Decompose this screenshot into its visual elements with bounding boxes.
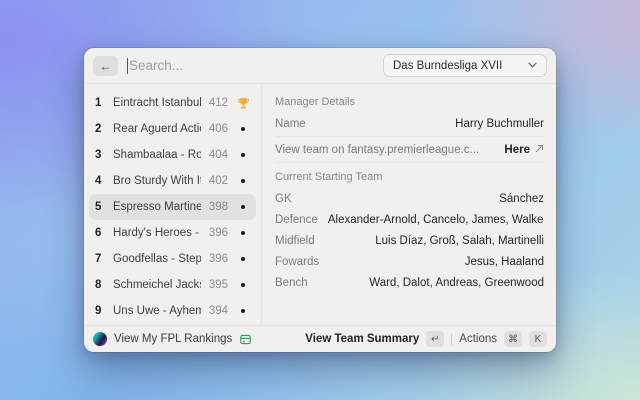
gk-row: GK Sánchez — [275, 188, 544, 209]
rank: 7 — [95, 253, 105, 265]
team-name: Goodfellas - Stephen Fi... — [113, 253, 201, 265]
dot-icon — [236, 179, 250, 183]
forwards-value: Jesus, Haaland — [465, 256, 544, 268]
details-panel: Manager Details Name Harry Buchmuller Vi… — [262, 84, 556, 325]
rank: 2 — [95, 123, 105, 135]
enter-keycap: ↵ — [426, 331, 444, 347]
bench-row: Bench Ward, Dalot, Andreas, Greenwood — [275, 272, 544, 293]
points: 395 — [209, 279, 228, 291]
list-item[interactable]: 3 Shambaalaa - Rob Hami... 404 — [89, 142, 256, 168]
team-name: Bro Sturdy With It - Sco... — [113, 175, 201, 187]
defence-row: Defence Alexander-Arnold, Cancelo, James… — [275, 209, 544, 230]
cmd-keycap: ⌘ — [504, 331, 522, 347]
manager-details-title: Manager Details — [275, 90, 544, 113]
command-title: View My FPL Rankings — [114, 333, 232, 345]
header: ← Das Burndesliga XVII — [84, 48, 556, 84]
rank: 8 — [95, 279, 105, 291]
points: 396 — [209, 253, 228, 265]
dot-icon — [236, 205, 250, 209]
manager-name-row: Name Harry Buchmuller — [275, 113, 544, 134]
rank: 6 — [95, 227, 105, 239]
name-value: Harry Buchmuller — [455, 118, 544, 130]
search-wrap — [127, 58, 374, 74]
rank: 4 — [95, 175, 105, 187]
divider — [275, 162, 544, 163]
league-dropdown-value: Das Burndesliga XVII — [393, 60, 502, 72]
points: 398 — [209, 201, 228, 213]
team-name: Espresso Martinelli - Ha... — [113, 201, 201, 213]
list-item[interactable]: 6 Hardy's Heroes - Dan H... 396 — [89, 220, 256, 246]
card-icon — [239, 333, 252, 346]
league-dropdown[interactable]: Das Burndesliga XVII — [383, 54, 547, 77]
view-team-label: View team on fantasy.premierleague.c... — [275, 144, 479, 156]
bench-value: Ward, Dalot, Andreas, Greenwood — [369, 277, 544, 289]
action-bar: View My FPL Rankings View Team Summary ↵… — [84, 325, 556, 352]
team-name: Rear Aguerd Action - M... — [113, 123, 201, 135]
divider — [451, 334, 452, 345]
view-team-row: View team on fantasy.premierleague.c... … — [275, 139, 544, 160]
points: 396 — [209, 227, 228, 239]
chevron-down-icon — [528, 61, 537, 70]
points: 406 — [209, 123, 228, 135]
body: 1 Eintracht Istanbul - Ole-... 412 2 Rea… — [84, 84, 556, 325]
points: 402 — [209, 175, 228, 187]
list-item[interactable]: 8 Schmeichel Jackson - T... 395 — [89, 272, 256, 298]
midfield-row: Midfield Luis Díaz, Groß, Salah, Martine… — [275, 230, 544, 251]
rank: 5 — [95, 201, 105, 213]
rank: 9 — [95, 305, 105, 317]
list-item[interactable]: 1 Eintracht Istanbul - Ole-... 412 — [89, 90, 256, 116]
rank: 3 — [95, 149, 105, 161]
midfield-label: Midfield — [275, 235, 315, 247]
trophy-icon — [236, 97, 250, 110]
text-caret — [127, 58, 128, 74]
dot-icon — [236, 153, 250, 157]
dot-icon — [236, 127, 250, 131]
list-item[interactable]: 7 Goodfellas - Stephen Fi... 396 — [89, 246, 256, 272]
forwards-label: Fowards — [275, 256, 319, 268]
dot-icon — [236, 257, 250, 261]
fpl-app-icon — [93, 332, 107, 346]
points: 412 — [209, 97, 228, 109]
defence-label: Defence — [275, 214, 318, 226]
list-item[interactable]: 2 Rear Aguerd Action - M... 406 — [89, 116, 256, 142]
starting-team-title: Current Starting Team — [275, 165, 544, 188]
here-link[interactable]: Here — [504, 144, 530, 156]
back-button[interactable]: ← — [93, 56, 118, 76]
team-name: Hardy's Heroes - Dan H... — [113, 227, 201, 239]
gk-label: GK — [275, 193, 292, 205]
divider — [275, 136, 544, 137]
name-label: Name — [275, 118, 306, 130]
launcher-window: ← Das Burndesliga XVII 1 Eintracht Istan… — [84, 48, 556, 352]
k-keycap: K — [529, 331, 547, 347]
arrow-left-icon: ← — [100, 59, 112, 73]
rankings-list: 1 Eintracht Istanbul - Ole-... 412 2 Rea… — [84, 84, 262, 325]
team-name: Uns Uwe - Ayhem Saleh — [113, 305, 201, 317]
list-item-selected[interactable]: 5 Espresso Martinelli - Ha... 398 — [89, 194, 256, 220]
external-link-icon — [535, 144, 544, 156]
midfield-value: Luis Díaz, Groß, Salah, Martinelli — [375, 235, 544, 247]
points: 404 — [209, 149, 228, 161]
team-name: Schmeichel Jackson - T... — [113, 279, 201, 291]
bench-label: Bench — [275, 277, 308, 289]
dot-icon — [236, 309, 250, 313]
points: 394 — [209, 305, 228, 317]
dot-icon — [236, 231, 250, 235]
team-name: Eintracht Istanbul - Ole-... — [113, 97, 201, 109]
actions-button[interactable]: Actions — [459, 333, 497, 345]
search-input[interactable] — [129, 58, 374, 73]
team-name: Shambaalaa - Rob Hami... — [113, 149, 201, 161]
dot-icon — [236, 283, 250, 287]
view-team-summary-button[interactable]: View Team Summary — [305, 333, 419, 345]
list-item[interactable]: 4 Bro Sturdy With It - Sco... 402 — [89, 168, 256, 194]
list-item[interactable]: 9 Uns Uwe - Ayhem Saleh 394 — [89, 298, 256, 324]
forwards-row: Fowards Jesus, Haaland — [275, 251, 544, 272]
gk-value: Sánchez — [499, 193, 544, 205]
defence-value: Alexander-Arnold, Cancelo, James, Walker — [328, 214, 544, 226]
rank: 1 — [95, 97, 105, 109]
